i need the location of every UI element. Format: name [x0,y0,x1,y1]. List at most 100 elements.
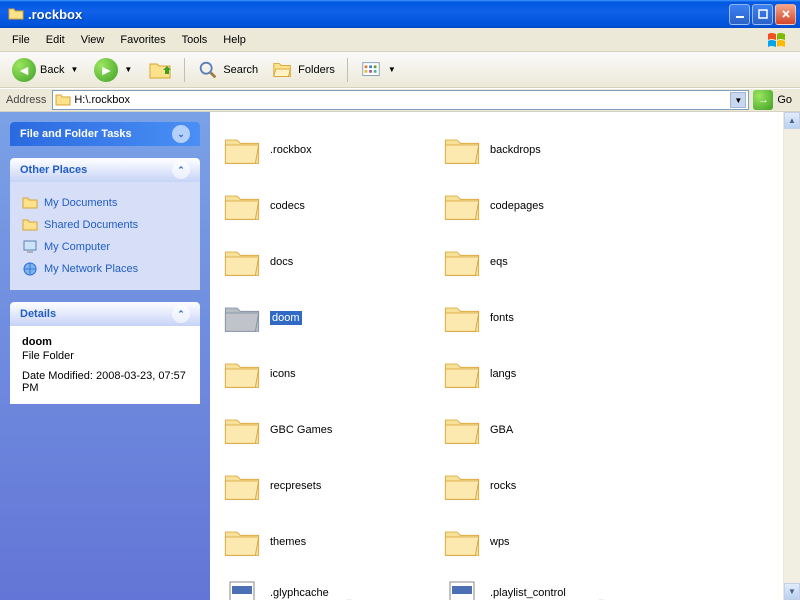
folder-icon [222,189,262,223]
folder-item[interactable]: eqs [440,234,660,290]
go-button[interactable]: → [753,90,773,110]
menu-file[interactable]: File [4,31,38,49]
folder-icon [222,357,262,391]
search-button[interactable]: Search [191,55,264,85]
folder-item[interactable]: icons [220,346,440,402]
folder-icon [55,92,71,108]
address-label: Address [4,94,52,106]
window-titlebar[interactable]: .rockbox [0,0,800,28]
address-dropdown-button[interactable]: ▼ [730,92,746,108]
details-title: Details [20,308,56,320]
folder-item[interactable]: backdrops [440,122,660,178]
chevron-down-icon: ▼ [386,65,398,74]
search-icon [197,59,219,81]
item-label: docs [270,256,293,268]
back-label: Back [40,64,64,76]
address-bar: Address ▼ → Go [0,88,800,112]
content-area: File and Folder Tasks ⌄ Other Places ⌃ M… [0,112,800,600]
sidebar: File and Folder Tasks ⌄ Other Places ⌃ M… [0,112,210,600]
file-icon [222,578,262,600]
folder-icon [442,245,482,279]
menu-edit[interactable]: Edit [38,31,73,49]
folder-item[interactable]: recpresets [220,458,440,514]
file-pane[interactable]: .rockbox backdropscodecs codepages docs eqs d… [210,112,800,600]
folder-icon [222,133,262,167]
window-title: .rockbox [28,7,729,22]
details-modified: Date Modified: 2008-03-23, 07:57 PM [22,370,188,394]
close-button[interactable] [775,4,796,25]
separator [184,58,185,82]
folder-item[interactable]: codecs [220,178,440,234]
windows-logo-icon [758,29,796,51]
folders-button[interactable]: Folders [266,55,341,85]
views-button[interactable]: ▼ [354,55,404,85]
folder-icon [22,217,38,233]
item-label: icons [270,368,296,380]
link-network-places[interactable]: My Network Places [22,258,188,280]
chevron-up-icon: ⌃ [172,305,190,323]
item-label: .playlist_control [490,587,609,599]
item-label: .rockbox [270,144,312,156]
folders-label: Folders [298,64,335,76]
scroll-up-button[interactable]: ▲ [784,112,800,129]
details-header[interactable]: Details ⌃ [10,302,200,326]
menu-tools[interactable]: Tools [174,31,216,49]
file-item[interactable]: .playlist_controlPLAYLIST_CONTROL File [440,570,660,600]
menu-view[interactable]: View [73,31,113,49]
item-label: recpresets [270,480,321,492]
folder-item[interactable]: GBA [440,402,660,458]
other-places-header[interactable]: Other Places ⌃ [10,158,200,182]
link-my-documents[interactable]: My Documents [22,192,188,214]
folder-item[interactable]: docs [220,234,440,290]
item-label: GBA [490,424,513,436]
folder-icon [442,413,482,447]
link-my-computer[interactable]: My Computer [22,236,188,258]
link-shared-documents[interactable]: Shared Documents [22,214,188,236]
forward-button[interactable]: ► ▼ [88,54,140,86]
item-label: rocks [490,480,516,492]
menu-favorites[interactable]: Favorites [112,31,173,49]
chevron-up-icon: ⌃ [172,161,190,179]
folder-up-icon [148,58,172,82]
folders-icon [272,59,294,81]
item-label: doom [270,311,302,325]
back-arrow-icon: ◄ [12,58,36,82]
chevron-down-icon: ▼ [122,65,134,74]
address-field[interactable]: ▼ [52,90,749,110]
item-label: codepages [490,200,544,212]
folder-icon [442,301,482,335]
folder-item[interactable]: fonts [440,290,660,346]
folder-icon [222,525,262,559]
maximize-button[interactable] [752,4,773,25]
folder-icon [8,6,24,22]
other-places-panel: Other Places ⌃ My Documents Shared Docum… [10,158,200,290]
folder-item[interactable]: themes [220,514,440,570]
tasks-header[interactable]: File and Folder Tasks ⌄ [10,122,200,146]
search-label: Search [223,64,258,76]
file-icon [442,578,482,600]
minimize-button[interactable] [729,4,750,25]
folder-item[interactable]: langs [440,346,660,402]
scrollbar[interactable]: ▲ ▼ [783,112,800,600]
folder-item[interactable]: doom [220,290,440,346]
back-button[interactable]: ◄ Back ▼ [6,54,86,86]
folder-icon [442,189,482,223]
address-input[interactable] [71,94,730,106]
folder-item[interactable]: wps [440,514,660,570]
menu-bar: File Edit View Favorites Tools Help [0,28,800,52]
folder-item[interactable]: rocks [440,458,660,514]
folder-icon [222,413,262,447]
folder-item[interactable]: .rockbox [220,122,440,178]
folder-item[interactable]: codepages [440,178,660,234]
folder-icon [222,469,262,503]
scroll-down-button[interactable]: ▼ [784,583,800,600]
folder-icon [442,133,482,167]
up-button[interactable] [142,54,178,86]
item-label: .glyphcache [270,587,357,599]
item-label: langs [490,368,516,380]
folder-icon [442,525,482,559]
folder-item[interactable]: GBC Games [220,402,440,458]
details-type: File Folder [22,350,188,362]
file-item[interactable]: .glyphcacheGLYPHCACHE File [220,570,440,600]
menu-help[interactable]: Help [215,31,254,49]
